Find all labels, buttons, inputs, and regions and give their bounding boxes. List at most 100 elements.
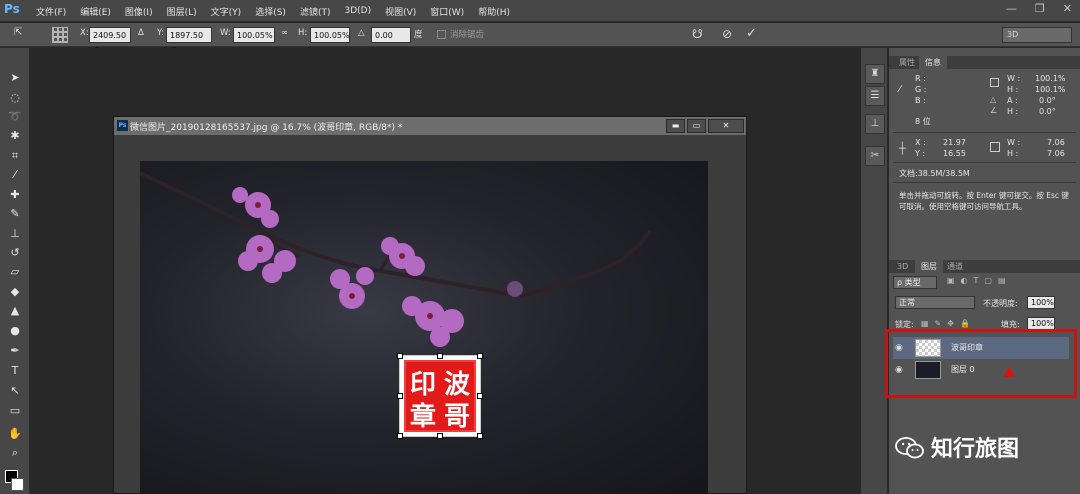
- lasso-tool-icon[interactable]: ➰: [7, 109, 23, 125]
- lock-icons[interactable]: ▦✎✥🔒: [921, 319, 976, 328]
- healing-brush-icon[interactable]: ✚: [7, 187, 23, 203]
- brush-tool-icon[interactable]: ✎: [7, 206, 23, 222]
- angle-field[interactable]: 0.00: [371, 27, 411, 43]
- quick-select-icon[interactable]: ✱: [7, 128, 23, 144]
- tools-preset-icon[interactable]: ✂: [865, 146, 885, 166]
- blur-tool-icon[interactable]: ▲: [7, 303, 23, 319]
- brush-panel-icon[interactable]: ⊥: [865, 114, 885, 134]
- menu-view[interactable]: 视图(V): [385, 5, 416, 18]
- photo-canvas[interactable]: [140, 161, 708, 494]
- history-brush-icon[interactable]: ↺: [7, 245, 23, 261]
- menu-file[interactable]: 文件(F): [36, 5, 66, 18]
- x-field[interactable]: 2409.50 像: [89, 27, 131, 56]
- a-label: A :: [1007, 96, 1018, 105]
- marquee-tool-icon[interactable]: ◌: [7, 90, 23, 106]
- h2-label: H :: [1007, 107, 1019, 116]
- opacity-field[interactable]: 100%: [1027, 296, 1055, 309]
- w-value: 100.1%: [1035, 74, 1066, 83]
- x-label: X :: [915, 138, 926, 147]
- transform-handle[interactable]: [397, 353, 403, 359]
- w-label: W:: [220, 28, 231, 38]
- up-arrow-icon: [1003, 367, 1015, 377]
- w-label: W :: [1007, 74, 1021, 83]
- move-tool-icon[interactable]: ⇱: [14, 27, 36, 43]
- menu-help[interactable]: 帮助(H): [478, 5, 510, 18]
- menu-type[interactable]: 文字(Y): [211, 5, 242, 18]
- clone-stamp-icon[interactable]: ⊥: [7, 226, 23, 242]
- g-label: G :: [915, 85, 927, 94]
- menu-filter[interactable]: 滤镜(T): [300, 5, 331, 18]
- eraser-tool-icon[interactable]: ▱: [7, 264, 23, 280]
- reference-point-icon[interactable]: [52, 27, 68, 43]
- doc-close-button[interactable]: ✕: [708, 119, 744, 133]
- background-color-swatch[interactable]: [11, 478, 24, 491]
- doc-maximize-button[interactable]: ▭: [687, 119, 706, 133]
- transform-handle[interactable]: [397, 393, 403, 399]
- transform-handle[interactable]: [477, 353, 483, 359]
- antialias-checkbox[interactable]: [437, 30, 446, 39]
- layer-filter-select[interactable]: ρ 类型: [893, 276, 937, 289]
- path-select-icon[interactable]: ↖: [7, 383, 23, 399]
- seal-transform-box[interactable]: 波 哥 印 章: [397, 353, 483, 439]
- zoom-tool-icon[interactable]: ⌕: [7, 445, 23, 461]
- width-field[interactable]: 100.05%: [233, 27, 275, 43]
- transform-handle[interactable]: [477, 433, 483, 439]
- tab-layers[interactable]: 图层: [915, 260, 943, 273]
- filter-icons[interactable]: ▣◐T▢▤: [947, 276, 1012, 285]
- paint-bucket-icon[interactable]: ◆: [7, 284, 23, 300]
- transform-handle[interactable]: [397, 433, 403, 439]
- document-title-bar[interactable]: Ps 微信图片_20190128165537.jpg @ 16.7% (波哥印章…: [114, 117, 746, 135]
- move-tool-icon[interactable]: ➤: [7, 70, 23, 86]
- menu-3d[interactable]: 3D(D): [344, 6, 371, 16]
- divider: [893, 162, 1076, 163]
- transform-handle[interactable]: [437, 353, 443, 359]
- type-tool-icon[interactable]: T: [7, 363, 23, 379]
- x-label: X:: [80, 28, 89, 38]
- history-panel-icon[interactable]: ♜: [865, 64, 885, 84]
- tab-info[interactable]: 信息: [919, 56, 947, 69]
- transform-handle[interactable]: [437, 433, 443, 439]
- panel-dock: ♜ ☰ ⊥ ✂: [860, 48, 888, 494]
- menu-select[interactable]: 选择(S): [255, 5, 286, 18]
- pen-tool-icon[interactable]: ✒: [7, 343, 23, 359]
- transform-handle[interactable]: [477, 393, 483, 399]
- menu-layer[interactable]: 图层(L): [167, 5, 197, 18]
- hand-tool-icon[interactable]: ✋: [7, 426, 23, 442]
- height-field[interactable]: 100.05%: [310, 27, 350, 43]
- close-button[interactable]: ✕: [1063, 2, 1072, 15]
- y-value: 16.55: [943, 149, 966, 158]
- cancel-transform-icon[interactable]: ⊘: [722, 27, 738, 43]
- tab-channels[interactable]: 通道: [941, 260, 969, 273]
- window-controls: — ❐ ✕: [1006, 2, 1072, 15]
- doc-minimize-button[interactable]: ▬: [666, 119, 685, 133]
- menu-image[interactable]: 图像(I): [125, 5, 153, 18]
- angle-unit: 度: [414, 30, 423, 40]
- tab-3d[interactable]: 3D: [891, 260, 914, 273]
- tool-hint: 单击并拖动可旋转。按 Enter 键可提交。按 Esc 键可取消。使用空格键可访…: [899, 191, 1069, 211]
- w2-label: W :: [1007, 138, 1021, 147]
- a-value: 0.0°: [1039, 96, 1056, 105]
- crop-tool-icon[interactable]: ⌗: [7, 148, 23, 164]
- y-field[interactable]: 1897.50 像: [166, 27, 212, 56]
- menu-edit[interactable]: 编辑(E): [80, 5, 111, 18]
- tab-properties[interactable]: 属性: [893, 56, 921, 69]
- warp-icon[interactable]: ☋: [692, 27, 708, 43]
- angle-icon: △: [358, 28, 365, 38]
- highlight-box: [885, 329, 1077, 398]
- restore-button[interactable]: ❐: [1035, 2, 1045, 15]
- b-label: B :: [915, 96, 926, 105]
- minimize-button[interactable]: —: [1006, 2, 1017, 15]
- dodge-tool-icon[interactable]: ●: [7, 323, 23, 339]
- adjustments-panel-icon[interactable]: ☰: [865, 86, 885, 106]
- document-size: 文档:38.5M/38.5M: [899, 169, 970, 178]
- crosshair-icon: ┼: [899, 142, 906, 155]
- commit-transform-icon[interactable]: ✓: [746, 26, 762, 42]
- blend-mode-select[interactable]: 正常: [895, 296, 975, 309]
- link-icon[interactable]: ∞: [281, 28, 288, 38]
- shape-tool-icon[interactable]: ▭: [7, 403, 23, 419]
- menu-window[interactable]: 窗口(W): [430, 5, 464, 18]
- eyedropper-icon[interactable]: ⁄: [7, 167, 23, 183]
- h3-value: 7.06: [1047, 149, 1065, 158]
- seal-char: 哥: [444, 402, 471, 432]
- workspace-select[interactable]: 3D: [1002, 27, 1072, 43]
